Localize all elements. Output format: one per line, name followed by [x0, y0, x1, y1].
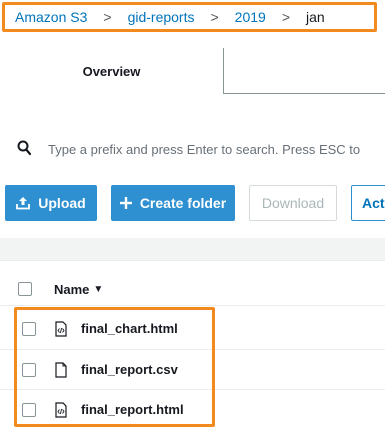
create-folder-button-label: Create folder: [139, 195, 227, 211]
row-checkbox[interactable]: [22, 363, 36, 377]
file-name[interactable]: final_report.csv: [81, 362, 178, 377]
divider: [0, 260, 385, 261]
actions-button-label: Act: [362, 195, 385, 211]
file-name[interactable]: final_chart.html: [81, 321, 178, 336]
row-checkbox[interactable]: [22, 322, 36, 336]
download-button-label: Download: [261, 195, 325, 211]
table-row[interactable]: final_chart.html: [0, 309, 385, 349]
tab-overview[interactable]: Overview: [0, 48, 224, 94]
table-row[interactable]: final_report.html: [0, 390, 385, 430]
search-icon: [17, 140, 31, 156]
tab-divider: [224, 93, 385, 94]
file-icon: [55, 362, 67, 378]
tab-overview-label: Overview: [82, 63, 141, 79]
divider: [0, 305, 385, 306]
breadcrumb-current: jan: [306, 9, 325, 25]
plus-icon: [119, 197, 132, 209]
breadcrumb: Amazon S3 > gid-reports > 2019 > jan: [2, 2, 377, 32]
sort-caret-icon: ▼: [93, 284, 104, 295]
actions-button[interactable]: Act: [351, 185, 385, 221]
breadcrumb-separator: >: [281, 9, 291, 25]
breadcrumb-separator: >: [210, 9, 219, 25]
search-input[interactable]: [48, 140, 385, 158]
create-folder-button[interactable]: Create folder: [111, 185, 235, 221]
select-all-checkbox[interactable]: [18, 282, 32, 296]
column-header-name-label: Name: [54, 282, 90, 297]
column-header-name[interactable]: Name ▼: [54, 282, 103, 297]
breadcrumb-item-bucket[interactable]: gid-reports: [128, 9, 195, 25]
upload-button[interactable]: Upload: [5, 185, 97, 221]
breadcrumb-item-folder-2019[interactable]: 2019: [235, 9, 266, 25]
code-file-icon: [55, 402, 67, 418]
breadcrumb-item-amazon-s3[interactable]: Amazon S3: [15, 9, 87, 25]
file-name[interactable]: final_report.html: [81, 402, 184, 417]
upload-icon: [16, 196, 31, 210]
upload-button-label: Upload: [38, 195, 86, 211]
download-button[interactable]: Download: [249, 185, 337, 221]
row-checkbox[interactable]: [22, 403, 36, 417]
table-header-band: [0, 238, 385, 260]
code-file-icon: [55, 321, 67, 337]
breadcrumb-separator: >: [103, 9, 112, 25]
table-row[interactable]: final_report.csv: [0, 350, 385, 390]
